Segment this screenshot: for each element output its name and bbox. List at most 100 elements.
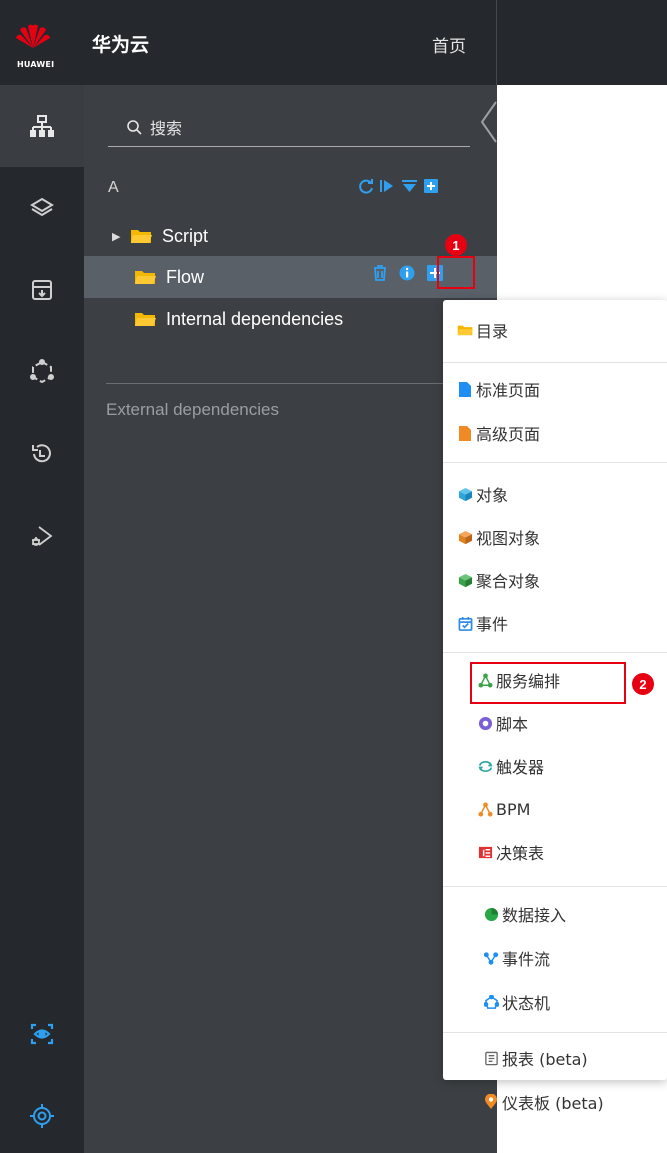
calendar-icon [458, 616, 472, 631]
external-dependencies-label[interactable]: External dependencies [106, 400, 279, 420]
menu-item-trigger[interactable]: 触发器 [477, 748, 544, 784]
brand-title: 华为云 [92, 34, 150, 56]
menu-item-label: 标准页面 [476, 381, 541, 400]
menu-item-decision-table[interactable]: 决策表 [477, 834, 544, 870]
highlight-box-service-orchestration [470, 662, 626, 704]
menu-item-label: BPM [496, 799, 531, 819]
menu-separator [443, 1032, 667, 1033]
search-placeholder: 搜索 [150, 118, 183, 138]
folder-icon [131, 230, 152, 243]
tree-item-label: Script [162, 225, 209, 246]
menu-item-label: 事件 [476, 615, 509, 634]
menu-item-bpm[interactable]: BPM [477, 791, 530, 827]
menu-separator [443, 462, 667, 463]
menu-item-label: 目录 [476, 322, 509, 341]
menu-item-aggregate-object[interactable]: 聚合对象 [457, 562, 540, 598]
project-name: A [108, 179, 119, 196]
tree-item-internal-dependencies[interactable]: Internal dependencies [84, 298, 497, 340]
project-toolbar [356, 177, 441, 195]
menu-separator [443, 652, 667, 653]
rail-item-scan[interactable] [0, 993, 84, 1075]
report-icon [484, 1051, 498, 1065]
add-icon[interactable] [422, 177, 441, 195]
tree-item-label: Internal dependencies [166, 308, 344, 329]
table-icon [478, 846, 492, 858]
bpm-icon [477, 801, 493, 817]
menu-item-label: 对象 [476, 486, 509, 505]
menu-item-label: 报表 (beta) [502, 1050, 588, 1069]
callout-1: 1 [445, 234, 467, 256]
menu-item-standard-page[interactable]: 标准页面 [457, 371, 540, 407]
menu-item-event-stream[interactable]: 事件流 [483, 940, 550, 976]
cube-icon [458, 530, 472, 544]
trigger-icon [477, 760, 493, 772]
page-icon [459, 381, 471, 397]
cube-icon [458, 573, 472, 587]
menu-separator [443, 362, 667, 363]
row-actions [372, 264, 444, 282]
rail-item-tree[interactable] [0, 85, 84, 167]
state-icon [483, 994, 499, 1009]
rail-item-debug[interactable] [0, 495, 84, 577]
cube-icon [458, 487, 472, 501]
menu-item-data-access[interactable]: 数据接入 [483, 896, 566, 932]
rail-item-archive[interactable] [0, 249, 84, 331]
menu-item-label: 状态机 [502, 994, 551, 1013]
huawei-logo[interactable]: HUAWEI [14, 20, 62, 70]
menu-item-label: 数据接入 [502, 906, 567, 925]
run-icon[interactable] [378, 177, 397, 195]
menu-item-label: 聚合对象 [476, 572, 541, 591]
eye-scan-icon [30, 1023, 54, 1045]
header-divider [496, 0, 497, 85]
menu-separator [443, 886, 667, 887]
search-input[interactable]: 搜索 [108, 107, 470, 147]
menu-item-object[interactable]: 对象 [457, 476, 508, 512]
folder-icon [135, 313, 156, 326]
section-divider [106, 383, 497, 384]
huawei-flower-icon [16, 24, 50, 48]
menu-item-label: 仪表板 (beta) [502, 1094, 604, 1113]
rail-item-target[interactable] [0, 1075, 84, 1153]
menu-item-event[interactable]: 事件 [457, 605, 508, 641]
layers-icon [30, 197, 54, 217]
refresh-icon[interactable] [356, 177, 375, 195]
caret-right-icon[interactable]: ▶ [112, 230, 122, 243]
menu-item-script[interactable]: 脚本 [477, 705, 528, 741]
tree-item-flow[interactable]: Flow [84, 256, 497, 298]
menu-item-label: 脚本 [496, 715, 529, 734]
explorer-panel: 搜索 A ▶ Script Flow Internal dependencies… [84, 85, 497, 1153]
home-link[interactable]: 首页 [432, 32, 466, 57]
menu-item-label: 决策表 [496, 844, 545, 863]
pie-icon [484, 907, 498, 921]
menu-item-report[interactable]: 报表 (beta) [483, 1040, 588, 1076]
collapse-all-icon[interactable] [400, 177, 419, 195]
highlight-box-add [437, 256, 475, 289]
page-icon [459, 425, 471, 441]
rail-item-history[interactable] [0, 413, 84, 495]
script-icon [478, 716, 492, 730]
menu-item-directory[interactable]: 目录 [457, 312, 508, 348]
menu-item-view-object[interactable]: 视图对象 [457, 519, 540, 555]
pin-icon [485, 1094, 497, 1109]
rail-item-layers[interactable] [0, 167, 84, 249]
tree-icon [30, 115, 54, 137]
delete-icon[interactable] [372, 264, 388, 282]
menu-item-label: 视图对象 [476, 529, 541, 548]
icon-rail [0, 85, 84, 1153]
info-icon[interactable] [398, 264, 416, 282]
callout-2: 2 [632, 673, 654, 695]
menu-item-state-machine[interactable]: 状态机 [483, 984, 550, 1020]
menu-item-dashboard[interactable]: 仪表板 (beta) [483, 1084, 604, 1120]
tree-item-script[interactable]: ▶ Script [84, 215, 497, 257]
rail-item-hexagon[interactable] [0, 331, 84, 413]
menu-item-label: 高级页面 [476, 425, 541, 444]
collapse-panel-icon[interactable] [478, 100, 498, 144]
stream-icon [483, 951, 499, 965]
menu-item-label: 事件流 [502, 950, 551, 969]
history-icon [32, 444, 51, 463]
folder-icon [135, 271, 156, 284]
menu-item-label: 触发器 [496, 758, 545, 777]
debug-icon [32, 526, 53, 546]
target-icon [30, 1104, 54, 1128]
menu-item-advanced-page[interactable]: 高级页面 [457, 415, 540, 451]
